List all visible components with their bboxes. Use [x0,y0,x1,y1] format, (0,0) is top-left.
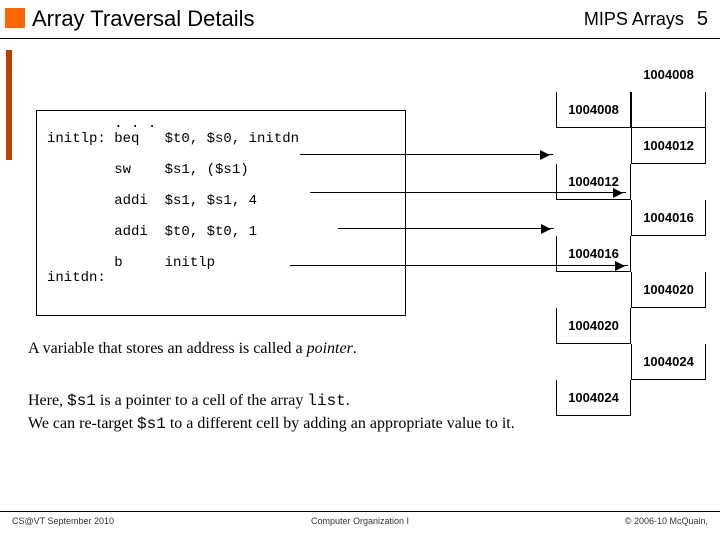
mem-addr-9: 1004024 [556,380,631,416]
p2-text-e: . [346,392,350,409]
p2-text-d: list [307,392,345,410]
section-label: MIPS Arrays [584,9,684,29]
footer: CS@VT September 2010 Computer Organizati… [0,516,720,532]
mem-val-4: 1004016 [631,200,706,236]
p2-text-h: to a different cell by adding an appropr… [166,415,515,432]
mem-addr-4 [556,200,631,236]
mem-row-7: 1004020 [556,308,706,344]
mem-row-9: 1004024 [556,380,706,416]
mem-addr-6 [556,272,631,308]
accent-square [5,8,25,28]
mem-row-4: 1004016 [556,200,706,236]
mem-row-2: 1004012 [556,128,706,164]
mem-row-5: 1004016 [556,236,706,272]
slide: Array Traversal Details MIPS Arrays 5 . … [0,0,720,540]
p2-text-a: Here, [28,392,67,409]
footer-rule [0,511,720,512]
mem-addr-3: 1004012 [556,164,631,200]
mem-row-8: 1004024 [556,344,706,380]
mem-addr-7: 1004020 [556,308,631,344]
left-accent-bar [6,50,12,160]
footer-right: © 2006-10 McQuain, [625,516,708,526]
paragraph-pointer-def: A variable that stores an address is cal… [28,340,508,358]
mem-row-3: 1004012 [556,164,706,200]
mem-val-2: 1004012 [631,128,706,164]
p1-text-c: . [353,340,357,357]
footer-left: CS@VT September 2010 [12,516,114,526]
header-right: MIPS Arrays 5 [584,8,708,31]
mem-addr-5: 1004016 [556,236,631,272]
arrow-sw [300,154,553,155]
mem-addr-8 [556,344,631,380]
slide-title: Array Traversal Details [32,6,255,32]
mem-val-3 [631,164,706,200]
mem-addr-1: 1004008 [556,92,631,128]
mem-row-0: 1004008 [556,56,706,92]
mem-addr-2 [556,128,631,164]
mem-val-5 [631,236,706,272]
arrow-addi2 [338,228,554,229]
p2-text-b: $s1 [67,392,96,410]
p1-text-a: A variable that stores an address is cal… [28,340,307,357]
mem-val-0: 1004008 [631,56,706,92]
mem-row-1: 1004008 [556,92,706,128]
mem-val-7 [631,308,706,344]
mem-val-8: 1004024 [631,344,706,380]
mem-val-1 [631,92,706,128]
code-listing: . . . initlp: beq $t0, $s0, initdn sw $s… [36,110,406,316]
p1-text-b: pointer [307,340,353,357]
mem-val-9 [631,380,706,416]
paragraph-pointer-use: Here, $s1 is a pointer to a cell of the … [28,390,538,435]
page-number: 5 [697,8,708,30]
mem-val-6: 1004020 [631,272,706,308]
mem-row-6: 1004020 [556,272,706,308]
p2-text-c: is a pointer to a cell of the array [96,392,307,409]
p2-text-g: $s1 [137,415,166,433]
header-rule [0,38,720,39]
p2-text-f: We can re-target [28,415,137,432]
footer-mid: Computer Organization I [311,516,409,526]
mem-addr-0 [556,56,631,92]
memory-table: 1004008 1004008 1004012 1004012 1004016 … [556,56,706,416]
